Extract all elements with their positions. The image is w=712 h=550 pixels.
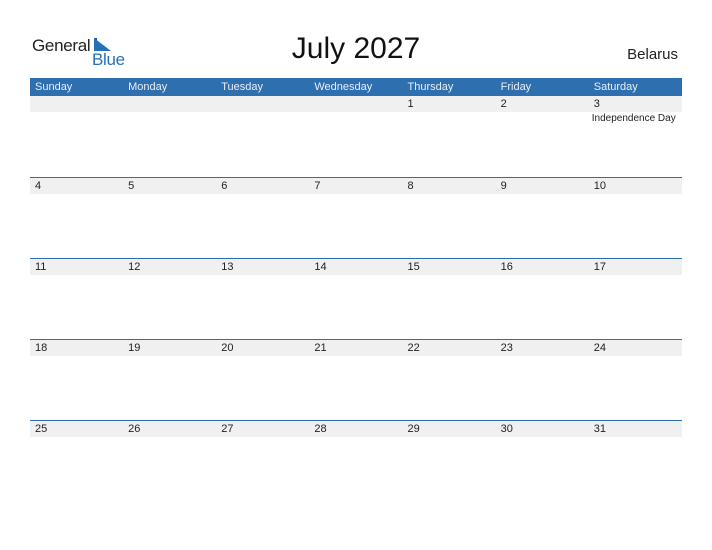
day-number: 21 xyxy=(314,342,327,354)
week-row: 11 12 13 14 15 16 17 xyxy=(30,258,682,339)
events-row: Independence Day xyxy=(30,112,682,126)
day-number: 1 xyxy=(407,98,414,110)
page-title: July 2027 xyxy=(291,32,421,65)
calendar-grid: Sunday Monday Tuesday Wednesday Thursday… xyxy=(30,78,682,501)
day-number: 14 xyxy=(314,261,327,273)
day-number: 30 xyxy=(500,423,513,435)
day-number: 22 xyxy=(407,342,420,354)
date-bar: 4 5 6 7 8 9 10 xyxy=(30,178,682,194)
day-number: 11 xyxy=(35,261,47,273)
weekday-wednesday: Wednesday xyxy=(314,81,373,93)
date-bar: 11 12 13 14 15 16 17 xyxy=(30,259,682,275)
week-row: 1 2 3 Independence Day xyxy=(30,96,682,177)
date-bar: 25 26 27 28 29 30 31 xyxy=(30,421,682,437)
holiday-label xyxy=(496,112,589,126)
holiday-label xyxy=(403,112,496,126)
weekday-sunday: Sunday xyxy=(35,81,73,93)
week-row: 25 26 27 28 29 30 31 xyxy=(30,420,682,501)
day-number: 24 xyxy=(593,342,606,354)
day-number: 23 xyxy=(500,342,513,354)
day-number xyxy=(216,96,309,112)
day-number: 17 xyxy=(593,261,606,273)
day-number: 8 xyxy=(407,180,414,192)
date-bar: 18 19 20 21 22 23 24 xyxy=(30,340,682,356)
day-number: 16 xyxy=(500,261,513,273)
week-row: 18 19 20 21 22 23 24 xyxy=(30,339,682,420)
day-number: 2 xyxy=(500,98,507,110)
holiday-label xyxy=(30,112,123,126)
day-number xyxy=(30,96,123,112)
day-number: 7 xyxy=(314,180,321,192)
day-number: 15 xyxy=(407,261,420,273)
day-number: 3 xyxy=(593,98,600,110)
weekday-saturday: Saturday xyxy=(593,81,638,93)
day-number: 29 xyxy=(407,423,420,435)
day-number xyxy=(123,96,216,112)
day-number: 31 xyxy=(593,423,606,435)
day-number: 5 xyxy=(128,180,135,192)
day-number: 28 xyxy=(314,423,327,435)
weekday-header: Sunday Monday Tuesday Wednesday Thursday… xyxy=(30,78,682,96)
day-number: 9 xyxy=(500,180,507,192)
day-number: 10 xyxy=(593,180,606,192)
holiday-label xyxy=(309,112,402,126)
day-number: 13 xyxy=(221,261,234,273)
day-number: 19 xyxy=(128,342,141,354)
weeks-container: 1 2 3 Independence Day 4 5 6 7 8 9 10 11 12 13 14 15 16 1… xyxy=(30,96,682,501)
date-bar: 1 2 3 xyxy=(30,96,682,112)
weekday-monday: Monday xyxy=(128,81,168,93)
weekday-tuesday: Tuesday xyxy=(221,81,264,93)
day-number: 4 xyxy=(35,180,42,192)
country-label: Belarus xyxy=(627,46,678,63)
weekday-thursday: Thursday xyxy=(407,81,454,93)
week-row: 4 5 6 7 8 9 10 xyxy=(30,177,682,258)
weekday-friday: Friday xyxy=(500,81,532,93)
day-number xyxy=(309,96,402,112)
holiday-label: Independence Day xyxy=(591,113,676,124)
day-number: 26 xyxy=(128,423,141,435)
day-number: 25 xyxy=(35,423,48,435)
day-number: 6 xyxy=(221,180,228,192)
day-number: 27 xyxy=(221,423,234,435)
holiday-label xyxy=(216,112,309,126)
day-number: 12 xyxy=(128,261,141,273)
holiday-label xyxy=(123,112,216,126)
day-number: 18 xyxy=(35,342,48,354)
day-number: 20 xyxy=(221,342,234,354)
